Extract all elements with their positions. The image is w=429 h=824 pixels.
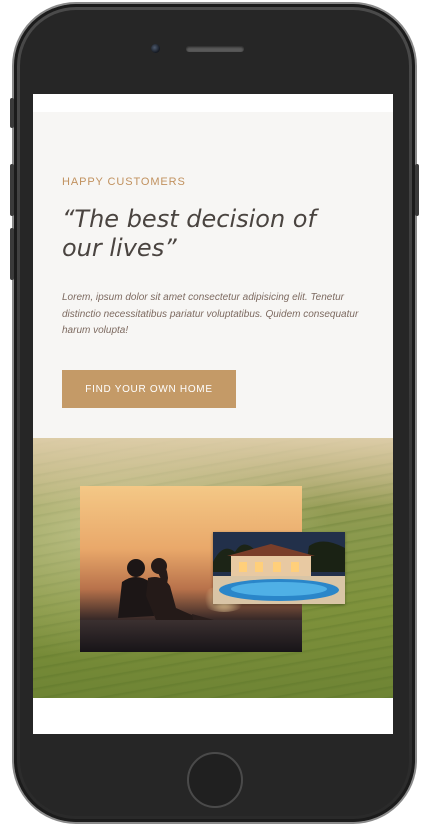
bottom-spacer	[33, 698, 393, 734]
testimonial-section: HAPPY CUSTOMERS “The best decision of ou…	[33, 112, 393, 438]
top-spacer	[33, 94, 393, 112]
testimonial-headline: “The best decision of our lives”	[62, 205, 316, 262]
testimonial-body: Lorem, ipsum dolor sit amet consectetur …	[62, 292, 359, 336]
find-home-button[interactable]: FIND YOUR OWN HOME	[62, 370, 236, 408]
volume-down-button	[10, 228, 14, 280]
power-button	[415, 164, 419, 216]
house-pool-photo	[213, 532, 345, 604]
front-camera-icon	[151, 44, 160, 53]
mute-switch	[10, 98, 14, 128]
earpiece-speaker	[186, 46, 244, 52]
house-pool-illustration	[213, 532, 345, 604]
couple-silhouette	[118, 558, 216, 624]
device-screen: HAPPY CUSTOMERS “The best decision of ou…	[33, 94, 393, 734]
rooftop-ledge	[80, 620, 302, 652]
section-eyebrow: HAPPY CUSTOMERS	[62, 176, 186, 188]
hero-image-section	[33, 438, 393, 698]
home-button[interactable]	[187, 752, 243, 808]
volume-up-button	[10, 164, 14, 216]
